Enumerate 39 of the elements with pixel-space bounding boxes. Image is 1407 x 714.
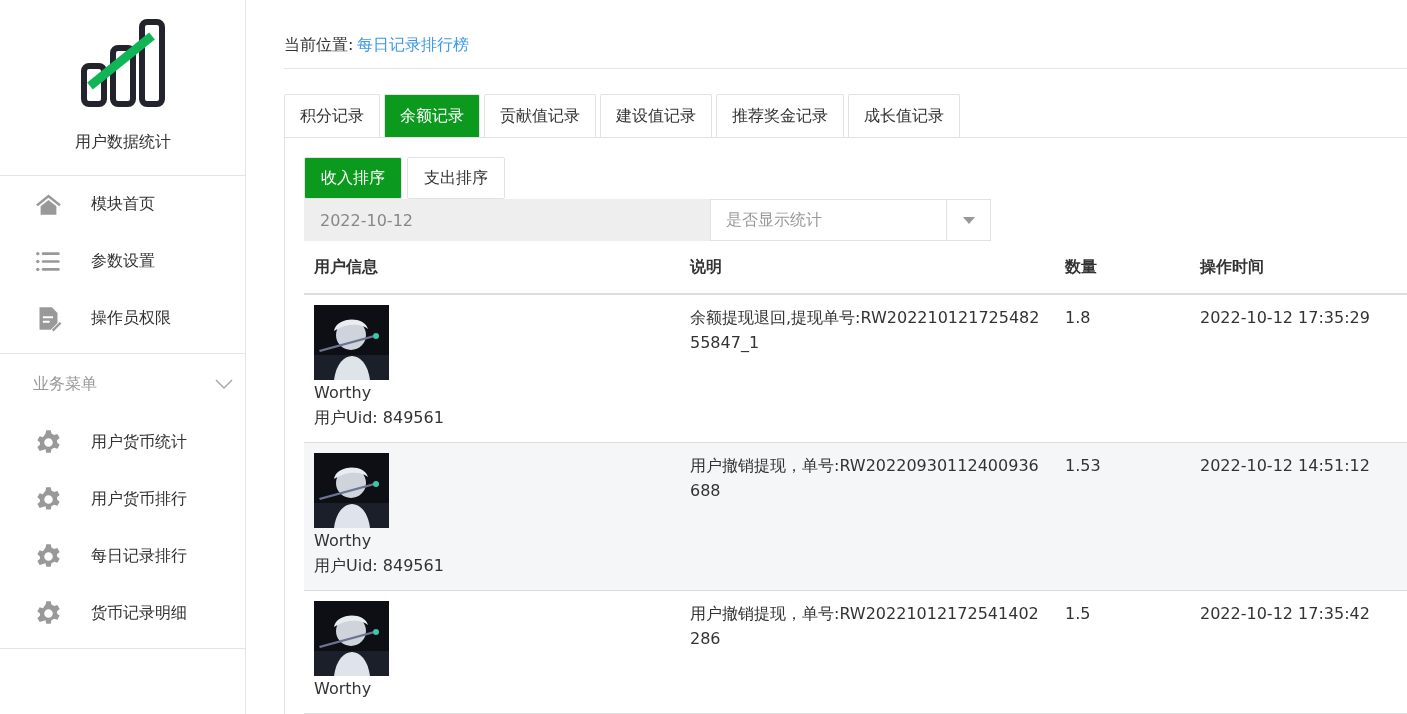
nav-item[interactable]: 操作员权限 <box>0 290 245 347</box>
tab[interactable]: 积分记录 <box>284 94 380 137</box>
breadcrumb-label: 当前位置: <box>284 35 354 56</box>
nav-item[interactable]: 模块首页 <box>0 176 245 233</box>
user-name: Worthy <box>314 678 373 700</box>
user-uid: 用户Uid: 849561 <box>314 555 445 577</box>
nav-item[interactable]: 货币记录明细 <box>0 585 245 642</box>
settings-icon <box>35 429 62 456</box>
nav-item[interactable]: 用户货币统计 <box>0 414 245 471</box>
amount-cell-text: 1.8 <box>1065 307 1092 329</box>
settings-icon <box>35 600 62 627</box>
menu-group-label: 业务菜单 <box>33 373 97 395</box>
nav-item[interactable]: 用户货币排行 <box>0 471 245 528</box>
home-icon <box>35 191 62 218</box>
description-cell-text: 用户撤销提现，单号:RW20221012172541402286 <box>690 603 1040 650</box>
tab[interactable]: 余额记录 <box>384 94 480 137</box>
sort-button[interactable]: 收入排序 <box>304 157 402 199</box>
user-name: Worthy <box>314 530 373 552</box>
chevron-icon[interactable] <box>215 379 233 389</box>
app-title: 用户数据统计 <box>74 132 171 153</box>
caret-icon <box>962 216 975 224</box>
time-cell-text: 2022-10-12 17:35:29 <box>1200 307 1371 329</box>
description-cell-text: 余额提现退回,提现单号:RW20221012172548255847_1 <box>690 307 1041 354</box>
user-name: Worthy <box>314 382 373 404</box>
tab[interactable]: 贡献值记录 <box>484 94 596 137</box>
time-cell-text: 2022-10-12 17:35:42 <box>1200 603 1371 625</box>
user-uid: 用户Uid: 849561 <box>314 407 445 429</box>
settings-icon <box>35 543 62 570</box>
tab[interactable]: 推荐奖金记录 <box>716 94 844 137</box>
time-cell-text: 2022-10-12 14:51:12 <box>1200 455 1371 477</box>
nav-item[interactable]: 每日记录排行 <box>0 528 245 585</box>
sort-button[interactable]: 支出排序 <box>407 157 505 199</box>
tab[interactable]: 成长值记录 <box>848 94 960 137</box>
tab[interactable]: 建设值记录 <box>600 94 712 137</box>
description-cell-text: 用户撤销提现，单号:RW20220930112400936688 <box>690 455 1040 502</box>
nav-item[interactable]: 参数设置 <box>0 233 245 290</box>
settings-icon <box>35 486 62 513</box>
amount-cell-text: 1.53 <box>1065 455 1102 477</box>
amount-cell-text: 1.5 <box>1065 603 1092 625</box>
